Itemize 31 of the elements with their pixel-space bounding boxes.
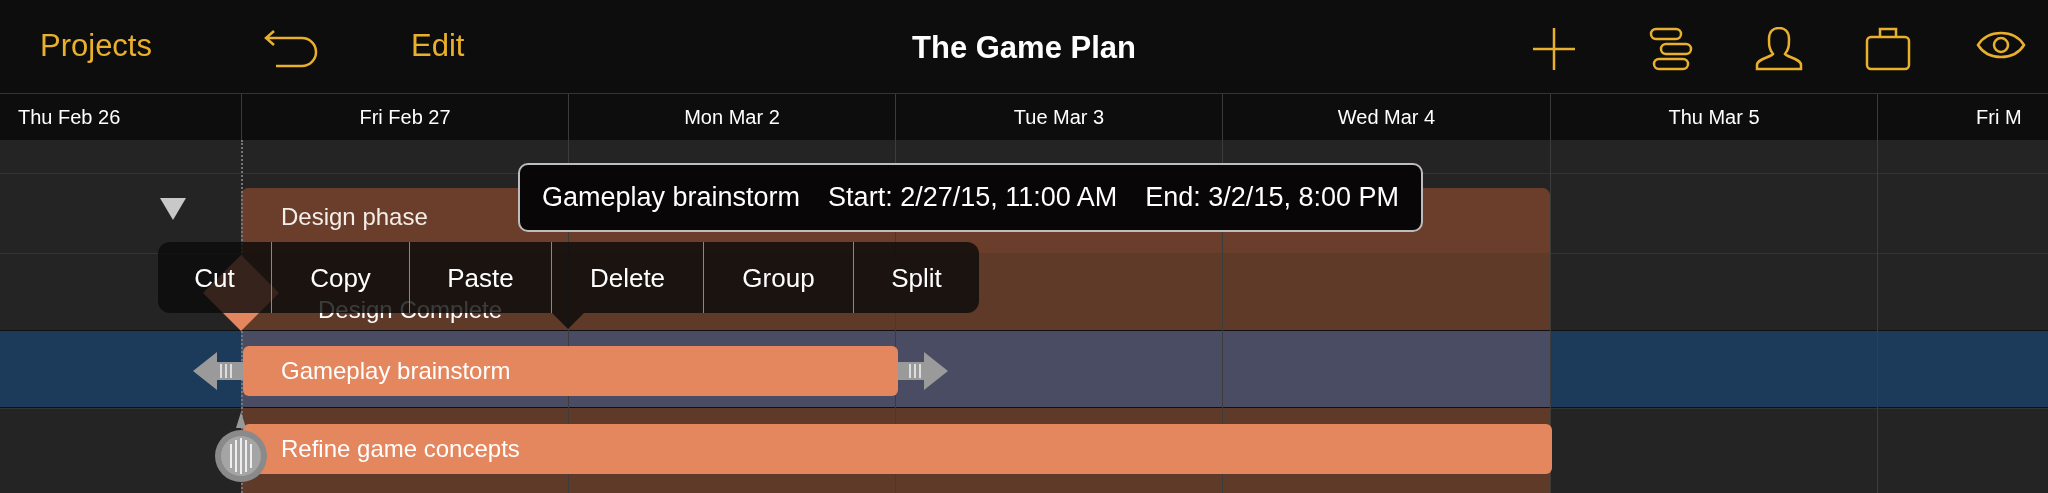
add-icon[interactable] [1532,27,1576,71]
task-label: Gameplay brainstorm [281,357,511,385]
disclosure-triangle-icon[interactable] [159,197,187,221]
tooltip-end: End: 3/2/15, 8:00 PM [1145,182,1399,213]
menu-item[interactable]: Split [854,260,979,295]
edit-button[interactable]: Edit [411,28,465,64]
date-label: Thu Mar 5 [1668,105,1760,129]
date-label: Wed Mar 4 [1337,105,1436,129]
date-label: Fri M [1976,105,2022,129]
undo-icon[interactable] [262,30,318,68]
date-label: Thu Feb 26 [18,105,121,129]
drag-handle-icon[interactable] [213,412,269,484]
tooltip-start: Start: 2/27/15, 11:00 AM [828,182,1118,213]
projects-button[interactable]: Projects [40,28,152,64]
task-label: Refine game concepts [281,435,520,463]
menu-item[interactable]: Group [704,260,853,295]
menu-item[interactable]: Cut [158,260,271,295]
date-label: Tue Mar 3 [1013,105,1105,129]
briefcase-icon[interactable] [1865,27,1911,71]
menu-item[interactable]: Copy [272,260,409,295]
left-arrow-handle-icon[interactable] [193,350,243,392]
right-arrow-handle-icon[interactable] [898,350,948,392]
window-title: The Game Plan [912,30,1136,66]
menu-item[interactable]: Delete [552,260,703,295]
group-label: Design phase [281,203,428,231]
menu-item[interactable]: Paste [410,260,551,295]
person-icon[interactable] [1755,27,1803,71]
tooltip-title: Gameplay brainstorm [542,182,801,213]
stacked-bars-icon[interactable] [1649,27,1693,71]
date-label: Fri Feb 27 [359,105,451,129]
date-label: Mon Mar 2 [684,105,780,129]
